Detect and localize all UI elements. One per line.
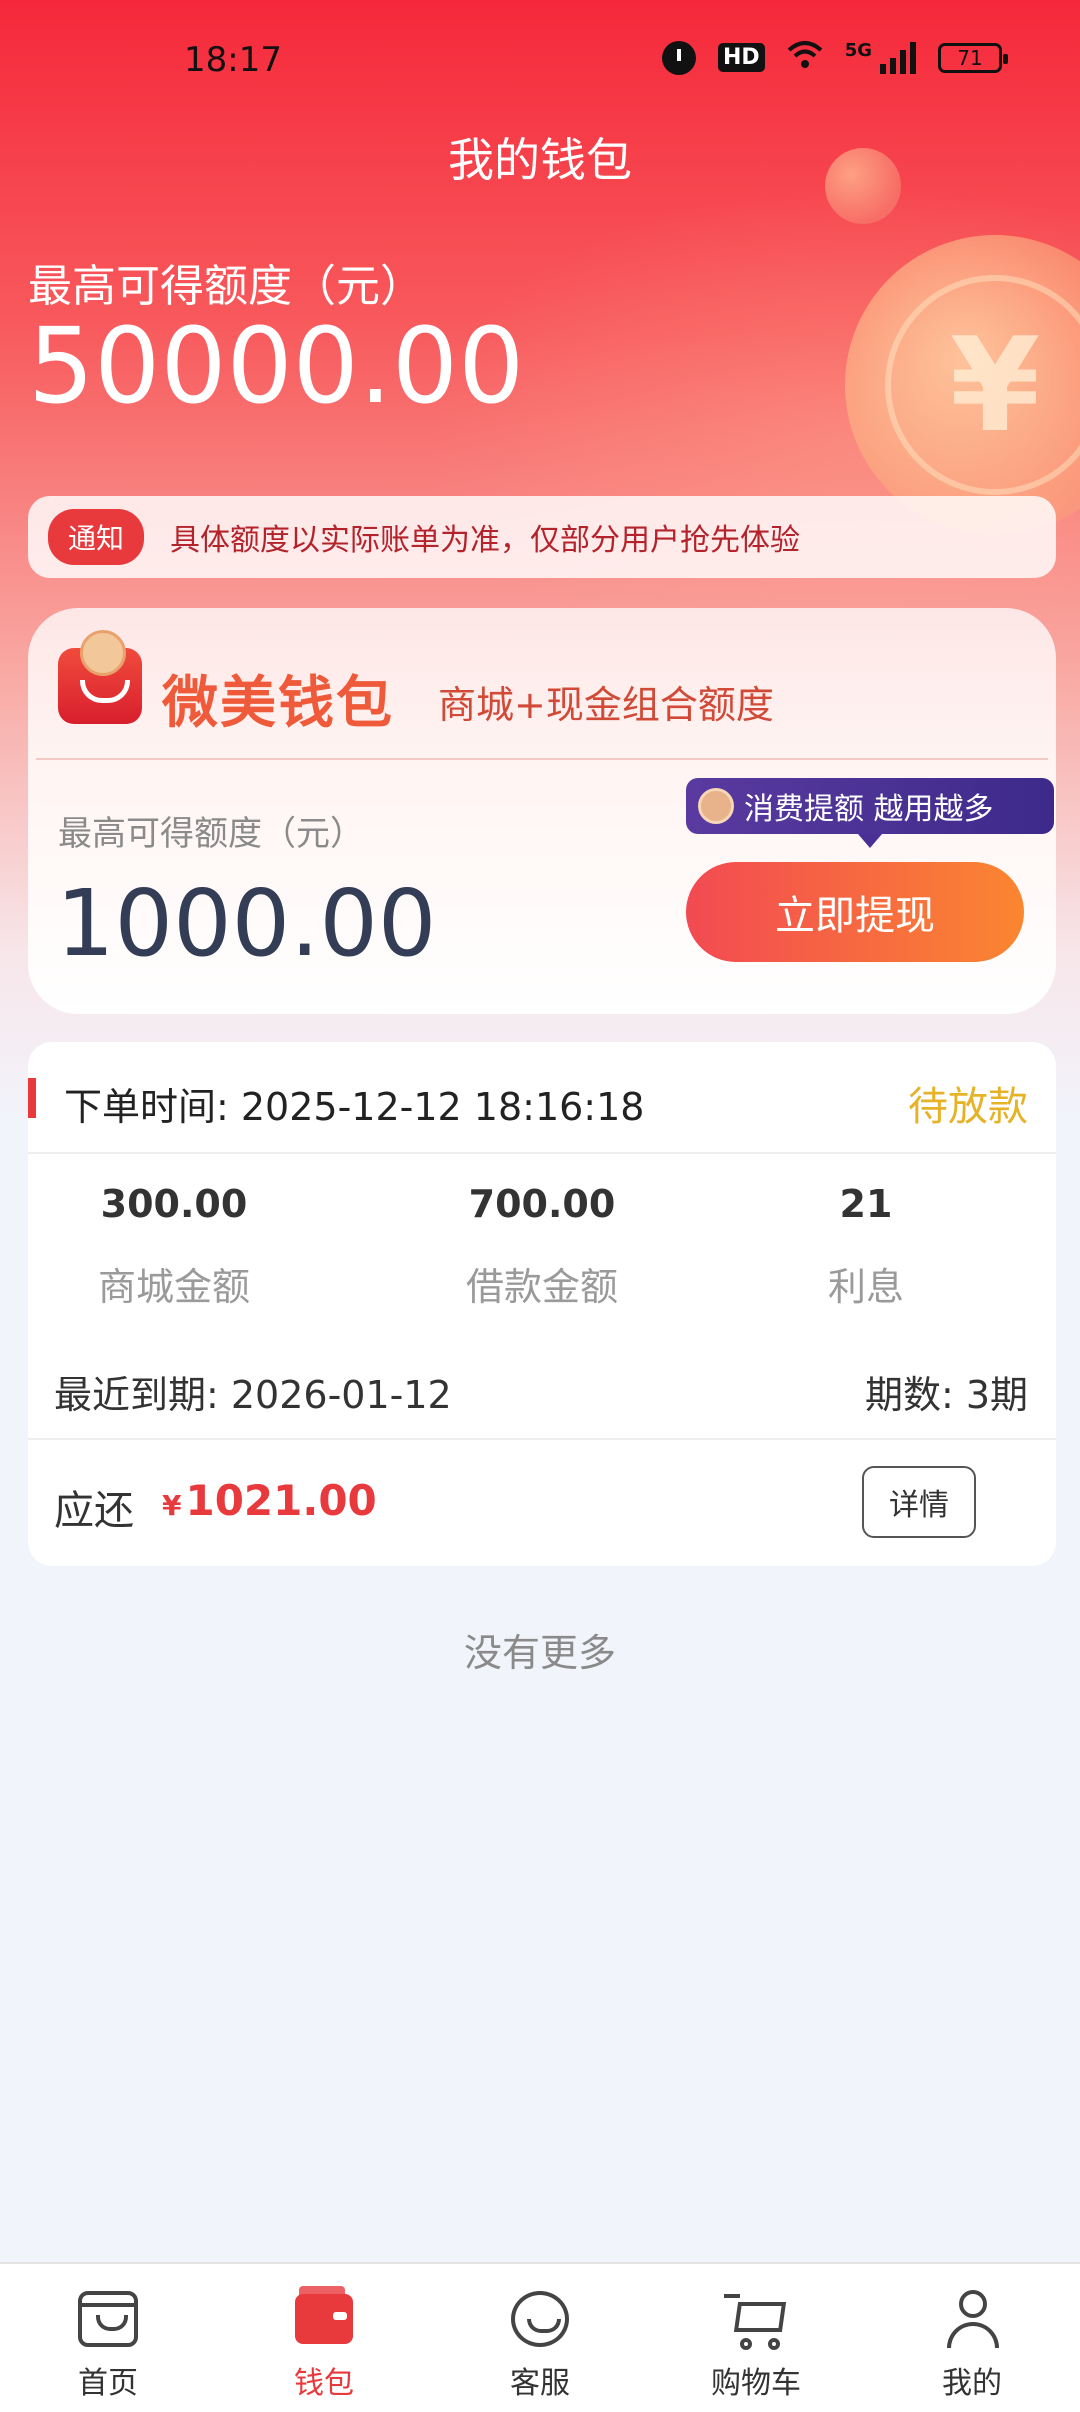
payable-amount: ¥1021.00 (162, 1476, 377, 1525)
payable-label: 应还 (54, 1488, 134, 1534)
stat-label: 借款金额 (465, 1265, 618, 1309)
user-icon (943, 2288, 1001, 2350)
stat-loan-amount: 700.00 借款金额 (382, 1182, 702, 1311)
stat-value: 21 (839, 1182, 893, 1226)
wifi-icon (787, 40, 823, 75)
tab-label: 我的 (942, 2366, 1002, 2401)
tab-label: 钱包 (294, 2366, 354, 2401)
notice-banner[interactable]: 通知 具体额度以实际账单为准，仅部分用户抢先体验 (28, 496, 1056, 578)
tab-label: 首页 (78, 2366, 138, 2401)
bottom-tabbar: 首页 钱包 客服 购物车 我的 (0, 2262, 1080, 2412)
shopping-cart-icon (724, 2288, 788, 2350)
order-divider (28, 1152, 1056, 1154)
coin-icon (698, 788, 734, 824)
due-date: 最近到期: 2026-01-12 (54, 1373, 452, 1417)
card-quota-label: 最高可得额度（元） (58, 814, 364, 854)
stat-value: 700.00 (468, 1182, 616, 1226)
promo-tooltip: 消费提额 越用越多 (686, 778, 1054, 848)
tab-label: 客服 (510, 2366, 570, 2401)
order-divider (28, 1438, 1056, 1440)
promo-text: 消费提额 越用越多 (744, 792, 994, 827)
tab-mine[interactable]: 我的 (864, 2286, 1080, 2402)
currency-symbol: ¥ (162, 1489, 182, 1522)
home-bag-icon (78, 2291, 138, 2347)
withdraw-button[interactable]: 立即提现 (686, 862, 1024, 962)
hd-icon: HD (718, 43, 765, 72)
stat-label: 利息 (827, 1265, 904, 1309)
wallet-subtitle: 商城+现金组合额度 (438, 683, 774, 727)
notice-badge: 通知 (48, 509, 145, 565)
tab-home[interactable]: 首页 (0, 2286, 216, 2402)
detail-button[interactable]: 详情 (862, 1466, 976, 1538)
page-title: 我的钱包 (448, 133, 632, 187)
alarm-icon (662, 40, 696, 75)
notice-text: 具体额度以实际账单为准，仅部分用户抢先体验 (170, 523, 801, 558)
stat-label: 商城金额 (97, 1265, 250, 1309)
status-icons: HD 5G 71 (662, 40, 1008, 75)
signal-icon (880, 41, 916, 74)
payable-value: 1021.00 (185, 1476, 377, 1525)
order-accent-bar (28, 1078, 36, 1118)
tab-wallet[interactable]: 钱包 (216, 2286, 432, 2402)
hero-quota-value: 50000.00 (28, 305, 525, 427)
stat-value: 300.00 (100, 1182, 248, 1226)
stat-mall-amount: 300.00 商城金额 (28, 1182, 334, 1311)
tab-label: 购物车 (711, 2366, 801, 2401)
card-quota-value: 1000.00 (56, 870, 437, 977)
stat-interest: 21 利息 (706, 1182, 1026, 1311)
status-bar: 18:17 HD 5G 71 (0, 0, 1080, 120)
wallet-card: 微美钱包 商城+现金组合额度 最高可得额度（元） 1000.00 消费提额 越用… (28, 608, 1056, 1014)
order-time: 下单时间: 2025-12-12 18:16:18 (64, 1085, 645, 1129)
order-status: 待放款 (908, 1084, 1028, 1130)
battery-icon: 71 (938, 42, 1008, 73)
status-time: 18:17 (184, 40, 282, 80)
wallet-divider (36, 758, 1048, 760)
tab-cart[interactable]: 购物车 (648, 2286, 864, 2402)
network-type: 5G (844, 40, 872, 61)
wallet-icon (295, 2286, 353, 2344)
periods: 期数: 3期 (864, 1373, 1028, 1417)
wallet-bag-icon (58, 630, 142, 724)
no-more-text: 没有更多 (463, 1631, 616, 1675)
wallet-brand: 微美钱包 (162, 671, 394, 736)
order-card[interactable]: 下单时间: 2025-12-12 18:16:18 待放款 300.00 商城金… (28, 1042, 1056, 1566)
tab-customer-service[interactable]: 客服 (432, 2286, 648, 2402)
customer-service-icon (511, 2291, 569, 2347)
